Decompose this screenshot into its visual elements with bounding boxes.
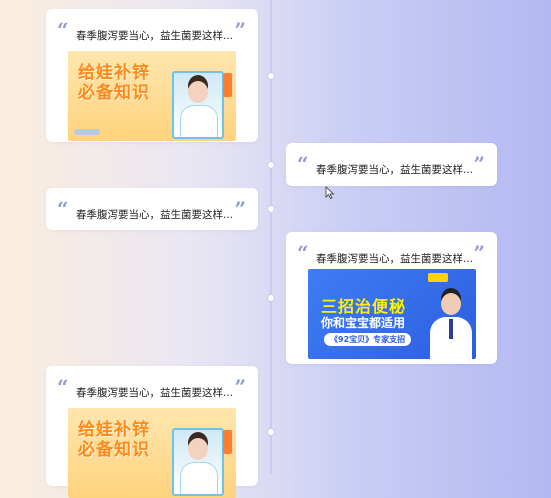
thumbnail-headline: 给娃补锌 必备知识	[78, 420, 150, 460]
video-thumbnail[interactable]: 三招治便秘 你和宝宝都适用 《92宝贝》专家支招	[308, 269, 476, 359]
card-title: 春季腹泻要当心，益生菌要这样...	[76, 30, 234, 42]
thumbnail-logo	[74, 129, 100, 135]
quote-close-icon: ”	[473, 152, 485, 176]
timeline-card[interactable]: “ ” 春季腹泻要当心，益生菌要这样...	[46, 188, 258, 230]
card-title: 春季腹泻要当心，益生菌要这样...	[76, 209, 234, 221]
quote-open-icon: “	[57, 197, 69, 221]
quote-open-icon: “	[57, 18, 69, 42]
quote-open-icon: “	[57, 375, 69, 399]
timeline-card[interactable]: “ ” 春季腹泻要当心，益生菌要这样... 给娃补锌 必备知识	[46, 9, 258, 142]
timeline-node	[267, 428, 275, 436]
card-title: 春季腹泻要当心，益生菌要这样...	[316, 164, 474, 176]
thumbnail-headline: 给娃补锌 必备知识	[78, 63, 150, 103]
quote-close-icon: ”	[473, 241, 485, 265]
quote-close-icon: ”	[234, 18, 246, 42]
quote-open-icon: “	[297, 152, 309, 176]
timeline-node	[267, 294, 275, 302]
video-thumbnail[interactable]: 给娃补锌 必备知识	[68, 51, 236, 141]
timeline-card[interactable]: “ ” 春季腹泻要当心，益生菌要这样... 给娃补锌 必备知识	[46, 366, 258, 498]
presenter-photo	[172, 71, 224, 139]
quote-close-icon: ”	[234, 375, 246, 399]
video-thumbnail[interactable]: 给娃补锌 必备知识	[68, 408, 236, 498]
card-title: 春季腹泻要当心，益生菌要这样...	[316, 253, 474, 265]
thumbnail-tag	[223, 430, 232, 454]
quote-open-icon: “	[297, 241, 309, 265]
thumbnail-pill: 《92宝贝》专家支招	[324, 333, 412, 346]
quote-close-icon: ”	[234, 197, 246, 221]
timeline-node	[267, 205, 275, 213]
thumbnail-tag	[223, 73, 232, 97]
thumbnail-subheadline: 你和宝宝都适用	[321, 316, 406, 330]
thumbnail-sticker	[428, 273, 448, 282]
mouse-pointer-icon	[325, 186, 335, 200]
timeline-card[interactable]: “ ” 春季腹泻要当心，益生菌要这样... 三招治便秘 你和宝宝都适用 《92宝…	[286, 232, 497, 364]
card-title: 春季腹泻要当心，益生菌要这样...	[76, 387, 234, 399]
timeline-node	[267, 72, 275, 80]
timeline-node	[267, 161, 275, 169]
timeline-card[interactable]: “ ” 春季腹泻要当心，益生菌要这样...	[286, 143, 497, 186]
doctor-photo	[430, 287, 472, 359]
presenter-photo	[172, 428, 224, 496]
